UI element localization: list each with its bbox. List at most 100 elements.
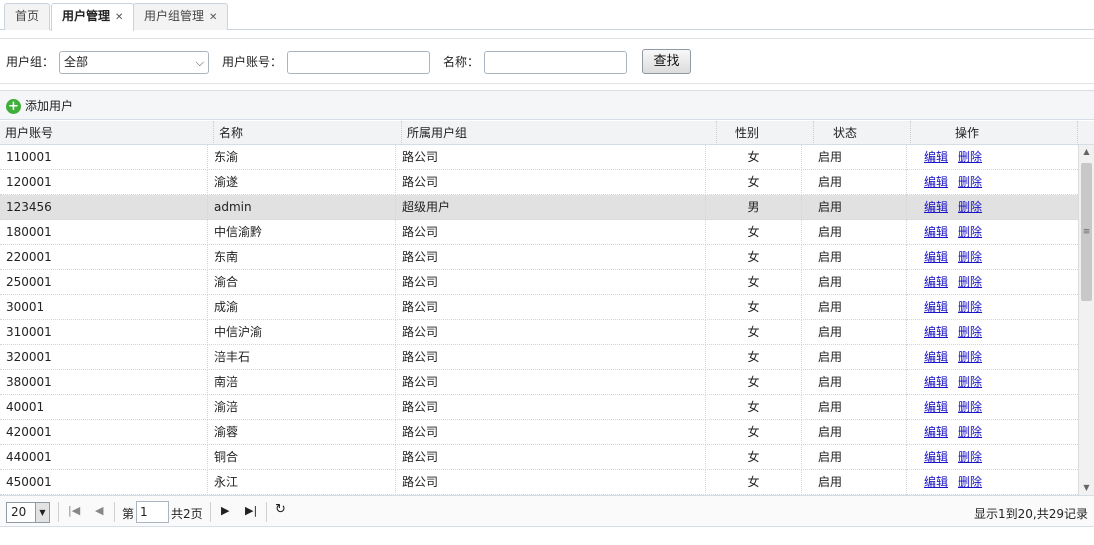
column-header-status[interactable]: 状态 (814, 121, 911, 145)
delete-link[interactable]: 删除 (958, 275, 982, 289)
scroll-up-icon[interactable]: ▲ (1079, 145, 1094, 159)
cell-status: 启用 (802, 370, 907, 395)
tab-home[interactable]: 首页 (4, 3, 51, 30)
table-row[interactable]: 123456 admin 超级用户男启用 编辑 删除 (0, 195, 1078, 220)
cell-group: 路公司 (396, 295, 706, 320)
table-row[interactable]: 420001 渝蓉 路公司女启用 编辑 删除 (0, 420, 1078, 445)
edit-link[interactable]: 编辑 (924, 175, 948, 189)
last-page-icon[interactable]: ▶| (245, 504, 257, 517)
first-page-icon[interactable]: |◀ (68, 504, 80, 517)
current-page-input[interactable]: 1 (136, 501, 169, 523)
cell-group: 路公司 (396, 245, 706, 270)
table-row[interactable]: 40001 渝涪 路公司女启用 编辑 删除 (0, 395, 1078, 420)
next-page-icon[interactable]: ▶ (221, 504, 229, 517)
name-input[interactable] (484, 51, 627, 74)
delete-link[interactable]: 删除 (958, 175, 982, 189)
cell-status: 启用 (802, 170, 907, 195)
tab-user-group-management[interactable]: 用户组管理 ✕ (133, 3, 229, 30)
edit-link[interactable]: 编辑 (924, 425, 948, 439)
table-row[interactable]: 440001 铜合 路公司女启用 编辑 删除 (0, 445, 1078, 470)
delete-link[interactable]: 删除 (958, 250, 982, 264)
column-header-account[interactable]: 用户账号 (0, 121, 214, 145)
delete-link[interactable]: 删除 (958, 400, 982, 414)
edit-link[interactable]: 编辑 (924, 400, 948, 414)
find-button[interactable]: 查找 (642, 49, 691, 74)
prev-page-icon[interactable]: ◀ (95, 504, 103, 517)
cell-account: 450001 (0, 470, 208, 495)
refresh-icon[interactable]: ↻ (275, 502, 286, 517)
scroll-down-icon[interactable]: ▼ (1079, 481, 1094, 495)
cell-name: 东南 (208, 245, 396, 270)
account-label: 用户账号： (222, 55, 283, 69)
page-prefix: 第 (122, 507, 135, 521)
edit-link[interactable]: 编辑 (924, 450, 948, 464)
cell-actions: 编辑 删除 (907, 345, 1078, 370)
delete-link[interactable]: 删除 (958, 350, 982, 364)
chevron-down-icon: ⌵ (195, 56, 204, 69)
delete-link[interactable]: 删除 (958, 375, 982, 389)
table-row[interactable]: 380001 南涪 路公司女启用 编辑 删除 (0, 370, 1078, 395)
cell-account: 320001 (0, 345, 208, 370)
cell-group: 路公司 (396, 395, 706, 420)
edit-link[interactable]: 编辑 (924, 275, 948, 289)
cell-gender: 女 (706, 145, 802, 170)
cell-account: 220001 (0, 245, 208, 270)
table-row[interactable]: 250001 渝合 路公司女启用 编辑 删除 (0, 270, 1078, 295)
cell-status: 启用 (802, 270, 907, 295)
tab-user-management-label: 用户管理 (62, 9, 111, 23)
page-size-select[interactable]: 20 ▼ (6, 502, 50, 523)
edit-link[interactable]: 编辑 (924, 375, 948, 389)
table-row[interactable]: 310001 中信沪渝 路公司女启用 编辑 删除 (0, 320, 1078, 345)
table-row[interactable]: 110001 东渝 路公司女启用 编辑 删除 (0, 145, 1078, 170)
delete-link[interactable]: 删除 (958, 425, 982, 439)
edit-link[interactable]: 编辑 (924, 325, 948, 339)
edit-link[interactable]: 编辑 (924, 250, 948, 264)
edit-link[interactable]: 编辑 (924, 200, 948, 214)
cell-actions: 编辑 删除 (907, 320, 1078, 345)
table-row[interactable]: 180001 中信渝黔 路公司女启用 编辑 删除 (0, 220, 1078, 245)
cell-name: 成渝 (208, 295, 396, 320)
cell-status: 启用 (802, 220, 907, 245)
delete-link[interactable]: 删除 (958, 325, 982, 339)
edit-link[interactable]: 编辑 (924, 350, 948, 364)
delete-link[interactable]: 删除 (958, 200, 982, 214)
table-row[interactable]: 220001 东南 路公司女启用 编辑 删除 (0, 245, 1078, 270)
column-header-name[interactable]: 名称 (214, 121, 402, 145)
delete-link[interactable]: 删除 (958, 150, 982, 164)
cell-account: 420001 (0, 420, 208, 445)
tab-user-group-management-label: 用户组管理 (144, 9, 205, 23)
account-input[interactable] (287, 51, 430, 74)
delete-link[interactable]: 删除 (958, 300, 982, 314)
cell-actions: 编辑 删除 (907, 470, 1078, 495)
column-header-gender[interactable]: 性别 (717, 121, 814, 145)
edit-link[interactable]: 编辑 (924, 150, 948, 164)
group-select[interactable]: 全部 ⌵ (59, 51, 209, 74)
close-icon[interactable]: ✕ (209, 12, 217, 23)
delete-link[interactable]: 删除 (958, 450, 982, 464)
close-icon[interactable]: ✕ (115, 12, 123, 23)
table-row[interactable]: 450001 永江 路公司女启用 编辑 删除 (0, 470, 1078, 495)
vertical-scrollbar[interactable]: ▲ ≡ ▼ (1078, 145, 1094, 495)
cell-gender: 女 (706, 245, 802, 270)
cell-account: 110001 (0, 145, 208, 170)
table-row[interactable]: 120001 渝遂 路公司女启用 编辑 删除 (0, 170, 1078, 195)
add-user-button[interactable]: + 添加用户 (6, 97, 73, 115)
cell-account: 250001 (0, 270, 208, 295)
tab-user-management[interactable]: 用户管理 ✕ (51, 3, 135, 31)
delete-link[interactable]: 删除 (958, 225, 982, 239)
plus-circle-icon: + (6, 99, 21, 114)
edit-link[interactable]: 编辑 (924, 225, 948, 239)
table-row[interactable]: 320001 涪丰石 路公司女启用 编辑 删除 (0, 345, 1078, 370)
cell-group: 路公司 (396, 420, 706, 445)
cell-name: 渝蓉 (208, 420, 396, 445)
edit-link[interactable]: 编辑 (924, 475, 948, 489)
cell-actions: 编辑 删除 (907, 170, 1078, 195)
table-row[interactable]: 30001 成渝 路公司女启用 编辑 删除 (0, 295, 1078, 320)
column-header-group[interactable]: 所属用户组 (402, 121, 717, 145)
page-size-value: 20 (11, 505, 27, 519)
delete-link[interactable]: 删除 (958, 475, 982, 489)
edit-link[interactable]: 编辑 (924, 300, 948, 314)
cell-name: 东渝 (208, 145, 396, 170)
tab-bar: 首页 用户管理 ✕ 用户组管理 ✕ (0, 0, 1094, 31)
pager-divider (266, 502, 267, 522)
